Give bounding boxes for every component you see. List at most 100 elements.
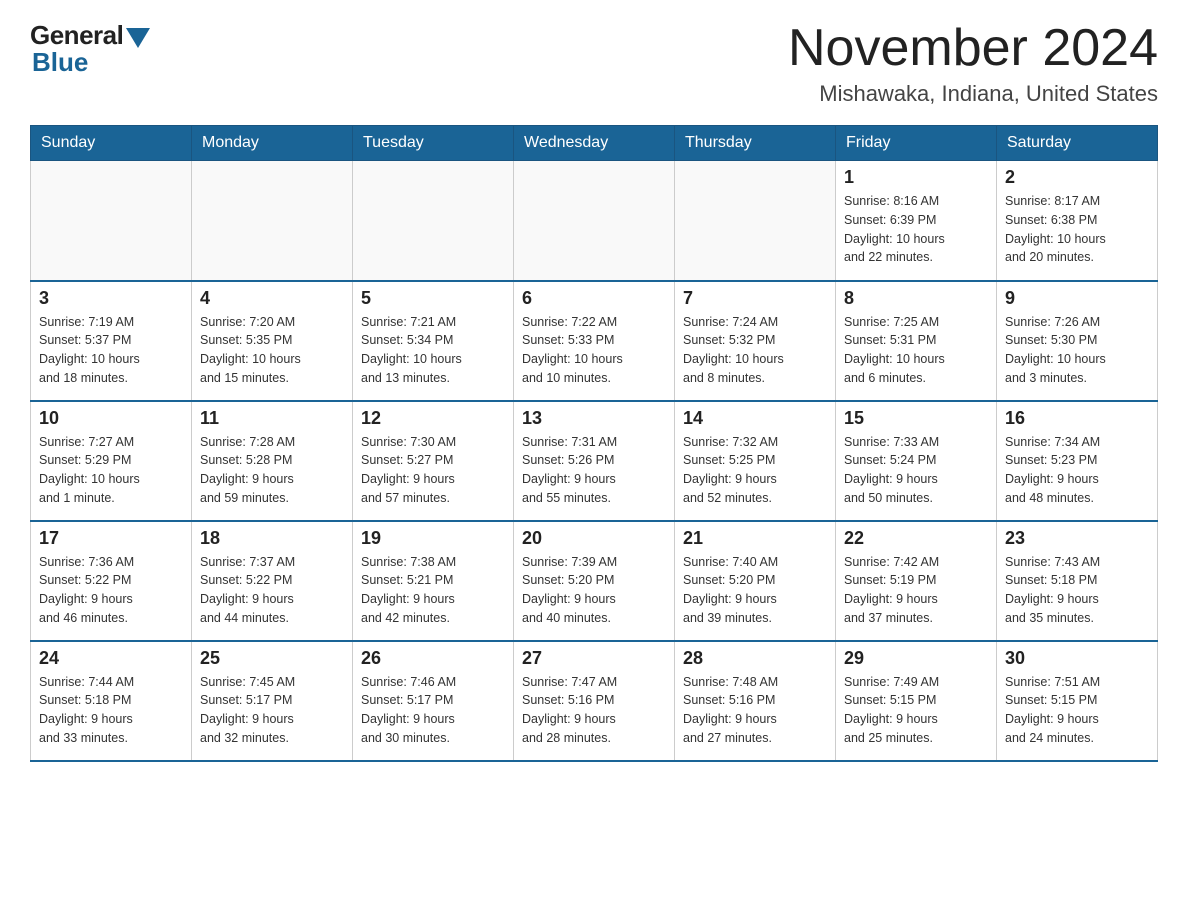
day-info: Sunrise: 7:27 AM Sunset: 5:29 PM Dayligh…: [39, 433, 183, 508]
day-info: Sunrise: 7:30 AM Sunset: 5:27 PM Dayligh…: [361, 433, 505, 508]
calendar-day-cell: 4 Sunrise: 7:20 AM Sunset: 5:35 PM Daylig…: [192, 281, 353, 401]
calendar-table: SundayMondayTuesdayWednesdayThursdayFrid…: [30, 125, 1158, 762]
calendar-week-row: 3 Sunrise: 7:19 AM Sunset: 5:37 PM Daylig…: [31, 281, 1158, 401]
day-info: Sunrise: 7:32 AM Sunset: 5:25 PM Dayligh…: [683, 433, 827, 508]
calendar-day-cell: [31, 161, 192, 281]
calendar-day-cell: 13 Sunrise: 7:31 AM Sunset: 5:26 PM Dayli…: [514, 401, 675, 521]
calendar-day-cell: 5 Sunrise: 7:21 AM Sunset: 5:34 PM Daylig…: [353, 281, 514, 401]
calendar-day-cell: [192, 161, 353, 281]
day-number: 10: [39, 408, 183, 429]
day-info: Sunrise: 8:17 AM Sunset: 6:38 PM Dayligh…: [1005, 192, 1149, 267]
calendar-day-cell: 16 Sunrise: 7:34 AM Sunset: 5:23 PM Dayli…: [997, 401, 1158, 521]
logo: General Blue: [30, 20, 150, 78]
calendar-week-row: 24 Sunrise: 7:44 AM Sunset: 5:18 PM Dayli…: [31, 641, 1158, 761]
day-number: 4: [200, 288, 344, 309]
calendar-day-cell: 1 Sunrise: 8:16 AM Sunset: 6:39 PM Daylig…: [836, 161, 997, 281]
day-info: Sunrise: 7:40 AM Sunset: 5:20 PM Dayligh…: [683, 553, 827, 628]
day-info: Sunrise: 7:37 AM Sunset: 5:22 PM Dayligh…: [200, 553, 344, 628]
day-info: Sunrise: 7:34 AM Sunset: 5:23 PM Dayligh…: [1005, 433, 1149, 508]
day-info: Sunrise: 7:46 AM Sunset: 5:17 PM Dayligh…: [361, 673, 505, 748]
logo-arrow-icon: [126, 28, 150, 48]
day-info: Sunrise: 8:16 AM Sunset: 6:39 PM Dayligh…: [844, 192, 988, 267]
day-info: Sunrise: 7:19 AM Sunset: 5:37 PM Dayligh…: [39, 313, 183, 388]
calendar-day-cell: 29 Sunrise: 7:49 AM Sunset: 5:15 PM Dayli…: [836, 641, 997, 761]
day-number: 13: [522, 408, 666, 429]
day-number: 6: [522, 288, 666, 309]
calendar-day-cell: 17 Sunrise: 7:36 AM Sunset: 5:22 PM Dayli…: [31, 521, 192, 641]
day-number: 23: [1005, 528, 1149, 549]
day-number: 24: [39, 648, 183, 669]
day-of-week-header: Friday: [836, 126, 997, 161]
day-info: Sunrise: 7:45 AM Sunset: 5:17 PM Dayligh…: [200, 673, 344, 748]
calendar-day-cell: 22 Sunrise: 7:42 AM Sunset: 5:19 PM Dayli…: [836, 521, 997, 641]
calendar-day-cell: 27Sunrise: 7:47 AM Sunset: 5:16 PM Dayli…: [514, 641, 675, 761]
day-info: Sunrise: 7:44 AM Sunset: 5:18 PM Dayligh…: [39, 673, 183, 748]
day-number: 2: [1005, 167, 1149, 188]
day-number: 28: [683, 648, 827, 669]
calendar-day-cell: [353, 161, 514, 281]
day-info: Sunrise: 7:43 AM Sunset: 5:18 PM Dayligh…: [1005, 553, 1149, 628]
day-info: Sunrise: 7:42 AM Sunset: 5:19 PM Dayligh…: [844, 553, 988, 628]
day-number: 25: [200, 648, 344, 669]
day-number: 8: [844, 288, 988, 309]
calendar-day-cell: 12 Sunrise: 7:30 AM Sunset: 5:27 PM Dayli…: [353, 401, 514, 521]
day-info: Sunrise: 7:26 AM Sunset: 5:30 PM Dayligh…: [1005, 313, 1149, 388]
calendar-day-cell: 15 Sunrise: 7:33 AM Sunset: 5:24 PM Dayli…: [836, 401, 997, 521]
day-info: Sunrise: 7:21 AM Sunset: 5:34 PM Dayligh…: [361, 313, 505, 388]
day-of-week-header: Monday: [192, 126, 353, 161]
calendar-day-cell: [514, 161, 675, 281]
calendar-day-cell: 10 Sunrise: 7:27 AM Sunset: 5:29 PM Dayli…: [31, 401, 192, 521]
calendar-header-row: SundayMondayTuesdayWednesdayThursdayFrid…: [31, 126, 1158, 161]
day-of-week-header: Thursday: [675, 126, 836, 161]
day-number: 1: [844, 167, 988, 188]
day-info: Sunrise: 7:48 AM Sunset: 5:16 PM Dayligh…: [683, 673, 827, 748]
calendar-day-cell: 25 Sunrise: 7:45 AM Sunset: 5:17 PM Dayli…: [192, 641, 353, 761]
title-section: November 2024 Mishawaka, Indiana, United…: [788, 20, 1158, 107]
location-title: Mishawaka, Indiana, United States: [788, 81, 1158, 107]
day-info: Sunrise: 7:31 AM Sunset: 5:26 PM Dayligh…: [522, 433, 666, 508]
calendar-day-cell: 24 Sunrise: 7:44 AM Sunset: 5:18 PM Dayli…: [31, 641, 192, 761]
day-number: 12: [361, 408, 505, 429]
day-info: Sunrise: 7:20 AM Sunset: 5:35 PM Dayligh…: [200, 313, 344, 388]
calendar-day-cell: 21Sunrise: 7:40 AM Sunset: 5:20 PM Dayli…: [675, 521, 836, 641]
day-number: 7: [683, 288, 827, 309]
calendar-day-cell: 3 Sunrise: 7:19 AM Sunset: 5:37 PM Daylig…: [31, 281, 192, 401]
calendar-day-cell: 30 Sunrise: 7:51 AM Sunset: 5:15 PM Dayli…: [997, 641, 1158, 761]
day-info: Sunrise: 7:47 AM Sunset: 5:16 PM Dayligh…: [522, 673, 666, 748]
calendar-day-cell: 19 Sunrise: 7:38 AM Sunset: 5:21 PM Dayli…: [353, 521, 514, 641]
calendar-day-cell: 11Sunrise: 7:28 AM Sunset: 5:28 PM Dayli…: [192, 401, 353, 521]
page-header: General Blue November 2024 Mishawaka, In…: [30, 20, 1158, 107]
day-number: 19: [361, 528, 505, 549]
day-number: 15: [844, 408, 988, 429]
day-info: Sunrise: 7:25 AM Sunset: 5:31 PM Dayligh…: [844, 313, 988, 388]
day-number: 20: [522, 528, 666, 549]
day-number: 16: [1005, 408, 1149, 429]
month-title: November 2024: [788, 20, 1158, 77]
day-number: 30: [1005, 648, 1149, 669]
calendar-day-cell: 7Sunrise: 7:24 AM Sunset: 5:32 PM Daylig…: [675, 281, 836, 401]
day-number: 3: [39, 288, 183, 309]
day-number: 5: [361, 288, 505, 309]
calendar-day-cell: [675, 161, 836, 281]
calendar-day-cell: 26 Sunrise: 7:46 AM Sunset: 5:17 PM Dayli…: [353, 641, 514, 761]
day-of-week-header: Sunday: [31, 126, 192, 161]
day-info: Sunrise: 7:36 AM Sunset: 5:22 PM Dayligh…: [39, 553, 183, 628]
day-number: 11: [200, 408, 344, 429]
calendar-day-cell: 8 Sunrise: 7:25 AM Sunset: 5:31 PM Daylig…: [836, 281, 997, 401]
calendar-week-row: 1 Sunrise: 8:16 AM Sunset: 6:39 PM Daylig…: [31, 161, 1158, 281]
day-info: Sunrise: 7:38 AM Sunset: 5:21 PM Dayligh…: [361, 553, 505, 628]
day-number: 9: [1005, 288, 1149, 309]
calendar-day-cell: 14 Sunrise: 7:32 AM Sunset: 5:25 PM Dayli…: [675, 401, 836, 521]
day-of-week-header: Tuesday: [353, 126, 514, 161]
day-number: 29: [844, 648, 988, 669]
logo-blue-text: Blue: [32, 47, 88, 78]
day-info: Sunrise: 7:51 AM Sunset: 5:15 PM Dayligh…: [1005, 673, 1149, 748]
day-info: Sunrise: 7:33 AM Sunset: 5:24 PM Dayligh…: [844, 433, 988, 508]
day-number: 14: [683, 408, 827, 429]
day-number: 17: [39, 528, 183, 549]
calendar-day-cell: 9 Sunrise: 7:26 AM Sunset: 5:30 PM Daylig…: [997, 281, 1158, 401]
day-number: 22: [844, 528, 988, 549]
calendar-week-row: 10 Sunrise: 7:27 AM Sunset: 5:29 PM Dayli…: [31, 401, 1158, 521]
day-number: 26: [361, 648, 505, 669]
day-info: Sunrise: 7:49 AM Sunset: 5:15 PM Dayligh…: [844, 673, 988, 748]
